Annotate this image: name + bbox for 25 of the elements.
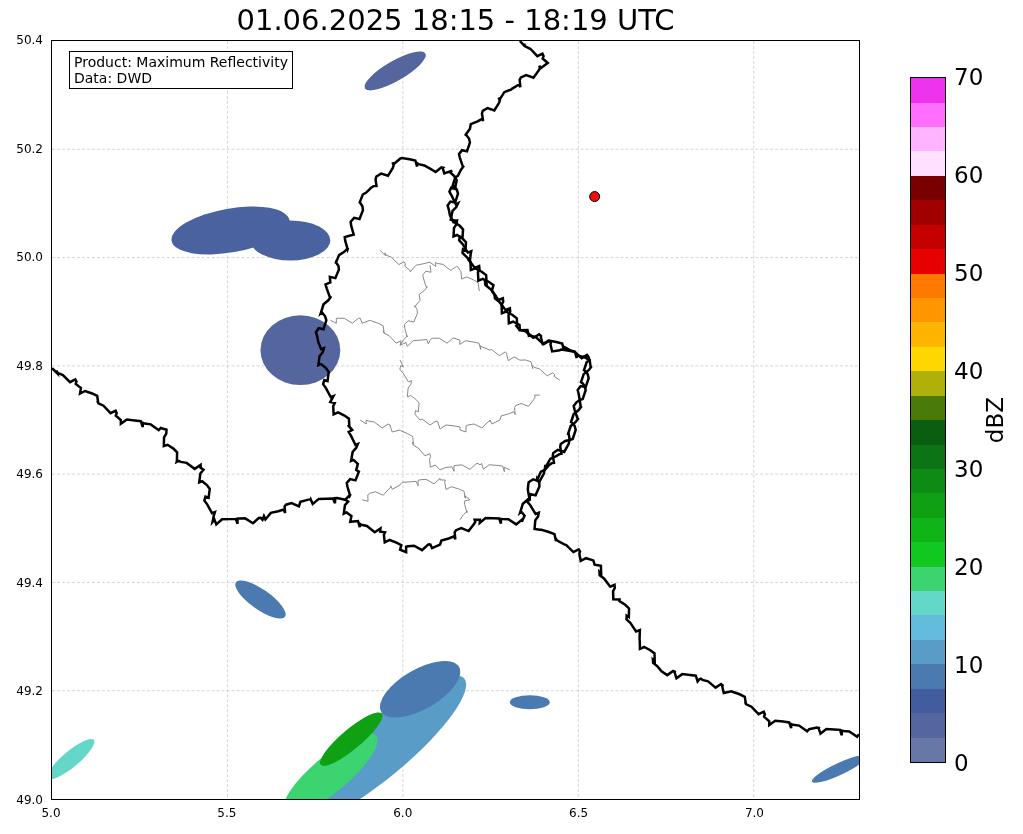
tick-label: 5.0	[41, 806, 61, 820]
tick-label: 10	[954, 651, 984, 679]
tick-label: 70	[954, 63, 984, 91]
chart-title: 01.06.2025 18:15 - 18:19 UTC	[235, 2, 676, 39]
tick-label: 49.4	[16, 574, 43, 591]
tick-label: 50.4	[16, 32, 43, 48]
tick-label: 6.0	[393, 806, 413, 820]
tick-label: 50.0	[16, 249, 43, 266]
tick-label: 40	[954, 357, 984, 385]
tick-label: 50.2	[16, 140, 43, 157]
tick-label: 0	[954, 749, 970, 777]
tick-label: 30	[954, 455, 984, 483]
legend-text: Product: Maximum Reflectivity	[74, 54, 288, 70]
tick-label: 6.5	[569, 806, 589, 820]
tick-label: 49.8	[16, 357, 43, 374]
tick-label: 49.0	[16, 791, 43, 808]
tick-label: 50	[954, 259, 984, 287]
tick-label: 49.6	[16, 466, 43, 483]
legend-text: Data: DWD	[74, 70, 153, 86]
tick-label: 5.5	[217, 806, 237, 820]
tick-label: 60	[954, 161, 984, 189]
tick-label: 20	[954, 553, 984, 581]
colorbar-label: dBZ	[981, 396, 1010, 444]
tick-label: 49.2	[16, 683, 43, 700]
tick-label: 7.0	[744, 806, 764, 820]
